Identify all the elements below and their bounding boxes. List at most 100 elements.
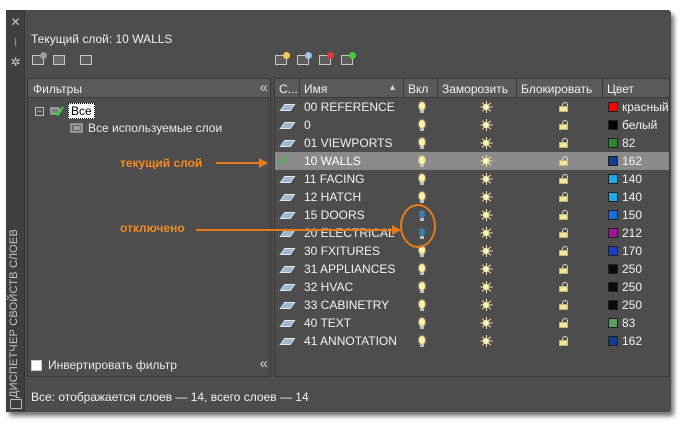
lock-toggle[interactable] [550, 170, 574, 188]
layer-row[interactable]: 31 APPLIANCES 250 [275, 260, 669, 278]
layer-row[interactable]: 15 DOORS 150 [275, 206, 669, 224]
layer-row[interactable]: 40 TEXT 83 [275, 314, 669, 332]
lock-toggle[interactable] [550, 314, 574, 332]
color-cell[interactable]: белый [608, 116, 669, 134]
freeze-toggle[interactable] [471, 260, 495, 278]
lock-toggle[interactable] [550, 134, 574, 152]
color-cell[interactable]: 150 [608, 206, 669, 224]
layer-name[interactable]: 10 WALLS [304, 152, 404, 170]
freeze-toggle[interactable] [471, 116, 495, 134]
layer-row[interactable]: 0 белый [275, 116, 669, 134]
layer-name[interactable]: 15 DOORS [304, 206, 404, 224]
lock-toggle[interactable] [550, 260, 574, 278]
layer-name[interactable]: 00 REFERENCE [304, 98, 404, 116]
freeze-toggle[interactable] [471, 242, 495, 260]
on-toggle[interactable] [415, 170, 435, 188]
lock-toggle[interactable] [550, 188, 574, 206]
color-cell[interactable]: 140 [608, 188, 669, 206]
layer-name[interactable]: 32 HVAC [304, 278, 404, 296]
color-cell[interactable]: 250 [608, 296, 669, 314]
layer-name[interactable]: 20 ELECTRICAL [304, 224, 404, 242]
lock-toggle[interactable] [550, 224, 574, 242]
color-cell[interactable]: 140 [608, 170, 669, 188]
layer-row[interactable]: 32 HVAC 250 [275, 278, 669, 296]
freeze-toggle[interactable] [471, 206, 495, 224]
layer-name[interactable]: 40 TEXT [304, 314, 404, 332]
freeze-toggle[interactable] [471, 170, 495, 188]
layer-name[interactable]: 31 APPLIANCES [304, 260, 404, 278]
new-group-filter-icon[interactable] [52, 54, 66, 67]
layer-name[interactable]: 0 [304, 116, 404, 134]
pin-icon[interactable]: ⧘ [9, 36, 22, 49]
layer-name[interactable]: 11 FACING [304, 170, 404, 188]
new-property-filter-icon[interactable] [31, 52, 47, 67]
layer-name[interactable]: 01 VIEWPORTS [304, 134, 404, 152]
layer-row[interactable]: 33 CABINETRY 250 [275, 296, 669, 314]
on-toggle[interactable] [415, 116, 435, 134]
on-toggle[interactable] [415, 332, 435, 350]
freeze-toggle[interactable] [471, 152, 495, 170]
freeze-toggle[interactable] [471, 296, 495, 314]
color-cell[interactable]: 170 [608, 242, 669, 260]
layer-row[interactable]: 30 FXITURES 170 [275, 242, 669, 260]
column-status[interactable]: С... [275, 79, 300, 98]
freeze-toggle[interactable] [471, 332, 495, 350]
lock-toggle[interactable] [550, 116, 574, 134]
lock-toggle[interactable] [550, 296, 574, 314]
freeze-toggle[interactable] [471, 134, 495, 152]
layer-row[interactable]: 11 FACING 140 [275, 170, 669, 188]
on-toggle[interactable] [415, 296, 435, 314]
tree-collapse-icon[interactable]: − [35, 106, 44, 116]
color-cell[interactable]: 162 [608, 152, 669, 170]
freeze-toggle[interactable] [471, 188, 495, 206]
invert-filter-checkbox[interactable] [31, 359, 42, 371]
gear-icon[interactable]: ✲ [9, 56, 22, 69]
new-layer-icon[interactable] [274, 52, 290, 67]
layer-row[interactable]: 41 ANNOTATION 162 [275, 332, 669, 350]
layer-name[interactable]: 12 HATCH [304, 188, 404, 206]
on-toggle[interactable] [415, 260, 435, 278]
on-toggle[interactable] [415, 98, 435, 116]
tree-label-all[interactable]: Все [68, 103, 95, 119]
layer-name[interactable]: 30 FXITURES [304, 242, 404, 260]
freeze-toggle[interactable] [471, 98, 495, 116]
color-cell[interactable]: 83 [608, 314, 669, 332]
on-toggle[interactable] [415, 152, 435, 170]
column-lock[interactable]: Блокировать [517, 79, 603, 98]
column-color[interactable]: Цвет [603, 79, 669, 98]
column-name[interactable]: Имя ▲ [300, 79, 404, 98]
lock-toggle[interactable] [550, 152, 574, 170]
layer-row[interactable]: 20 ELECTRICAL 212 [275, 224, 669, 242]
layer-states-manager-icon[interactable] [79, 54, 93, 67]
layer-row[interactable]: ✓ 10 WALLS 162 [275, 152, 669, 170]
color-cell[interactable]: красный [608, 98, 669, 116]
layer-name[interactable]: 41 ANNOTATION [304, 332, 404, 350]
tree-node-all[interactable]: − Все [35, 103, 95, 119]
close-icon[interactable]: ✕ [9, 16, 22, 29]
freeze-toggle[interactable] [471, 314, 495, 332]
collapse-bottom-icon[interactable]: « [260, 356, 268, 371]
new-layer-vp-frozen-icon[interactable] [296, 52, 312, 67]
color-cell[interactable]: 162 [608, 332, 669, 350]
layer-row[interactable]: 01 VIEWPORTS 82 [275, 134, 669, 152]
lock-toggle[interactable] [550, 278, 574, 296]
layer-row[interactable]: 12 HATCH 140 [275, 188, 669, 206]
delete-layer-icon[interactable] [318, 52, 334, 67]
on-toggle[interactable] [415, 314, 435, 332]
lock-toggle[interactable] [550, 206, 574, 224]
freeze-toggle[interactable] [471, 278, 495, 296]
color-cell[interactable]: 82 [608, 134, 669, 152]
lock-toggle[interactable] [550, 242, 574, 260]
tree-node-used-layers[interactable]: Все используемые слои [70, 121, 222, 135]
color-cell[interactable]: 212 [608, 224, 669, 242]
freeze-toggle[interactable] [471, 224, 495, 242]
column-freeze[interactable]: Заморозить [438, 79, 517, 98]
lock-toggle[interactable] [550, 332, 574, 350]
layer-name[interactable]: 33 CABINETRY [304, 296, 404, 314]
collapse-filters-icon[interactable]: « [260, 80, 268, 95]
lock-toggle[interactable] [550, 98, 574, 116]
on-toggle[interactable] [415, 134, 435, 152]
column-on[interactable]: Вкл [404, 79, 438, 98]
color-cell[interactable]: 250 [608, 260, 669, 278]
on-toggle[interactable] [415, 278, 435, 296]
